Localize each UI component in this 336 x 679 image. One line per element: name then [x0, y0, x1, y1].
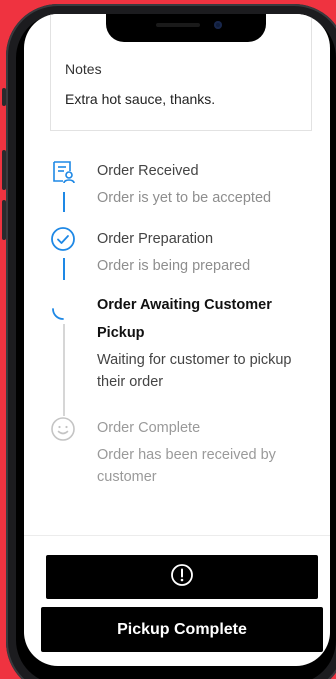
volume-up-button — [2, 150, 6, 190]
pickup-complete-label: Pickup Complete — [117, 620, 247, 638]
report-issue-button[interactable] — [46, 555, 318, 599]
timeline-connector — [63, 192, 65, 212]
spinner-icon — [50, 296, 76, 322]
notch — [106, 14, 266, 42]
step-title-complete: Order Complete — [97, 420, 201, 436]
step-subtitle-awaiting-pickup: Waiting for customer to pickup their ord… — [97, 352, 292, 390]
notes-text: Extra hot sauce, thanks. — [65, 91, 216, 107]
step-title-awaiting-pickup: Order Awaiting Customer Pickup — [97, 297, 272, 341]
pickup-complete-button[interactable]: Pickup Complete — [41, 607, 323, 652]
volume-down-button — [2, 200, 6, 240]
check-circle-icon — [50, 226, 76, 252]
step-title-preparation: Order Preparation — [97, 231, 214, 247]
front-camera — [214, 21, 222, 29]
mute-switch — [2, 88, 6, 106]
receipt-icon — [50, 159, 76, 185]
step-subtitle-complete: Order has been received by customer — [97, 447, 276, 485]
bottom-divider — [24, 535, 330, 536]
app-screen: Notes Extra hot sauce, thanks. Order Rec… — [24, 14, 330, 666]
step-title-received: Order Received — [97, 163, 199, 179]
notes-label: Notes — [65, 61, 102, 77]
step-subtitle-received: Order is yet to be accepted — [97, 190, 272, 206]
stage: Notes Extra hot sauce, thanks. Order Rec… — [0, 0, 336, 679]
timeline-connector — [63, 324, 65, 416]
exclamation-circle-icon — [170, 563, 194, 592]
smiley-icon — [50, 416, 76, 442]
step-subtitle-preparation: Order is being prepared — [97, 258, 251, 274]
speaker-grille — [156, 23, 200, 27]
timeline-connector — [63, 258, 65, 280]
